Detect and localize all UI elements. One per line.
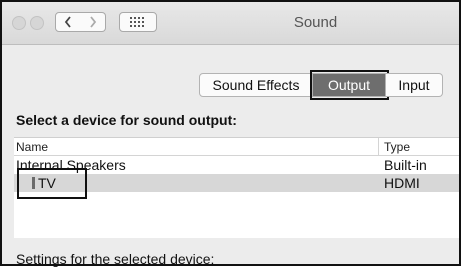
device-type: HDMI <box>384 175 420 191</box>
table-row[interactable]: TV HDMI <box>14 174 459 192</box>
tab-bar: Sound Effects Output Input <box>199 70 443 100</box>
device-name: Internal Speakers <box>16 157 126 173</box>
table-row[interactable]: Internal Speakers Built-in <box>14 156 459 174</box>
tab-sound-effects[interactable]: Sound Effects <box>199 73 313 97</box>
title-bar: Sound <box>2 2 459 45</box>
device-name: TV <box>38 175 56 191</box>
output-device-heading: Select a device for sound output: <box>16 112 237 128</box>
column-divider <box>378 138 379 155</box>
column-header-name[interactable]: Name <box>16 140 48 154</box>
device-type: Built-in <box>384 157 427 173</box>
table-header: Name Type <box>14 138 459 156</box>
tab-output[interactable]: Output <box>310 70 389 100</box>
tab-input[interactable]: Input <box>386 73 443 97</box>
output-device-table: Name Type Internal Speakers Built-in TV … <box>14 137 459 238</box>
sound-preferences-window: Sound Sound Effects Output Input Select … <box>0 0 461 267</box>
window-title: Sound <box>293 14 338 31</box>
tv-device-icon <box>32 177 35 189</box>
column-header-type[interactable]: Type <box>384 140 410 154</box>
device-settings-label: Settings for the selected device: <box>16 251 215 267</box>
